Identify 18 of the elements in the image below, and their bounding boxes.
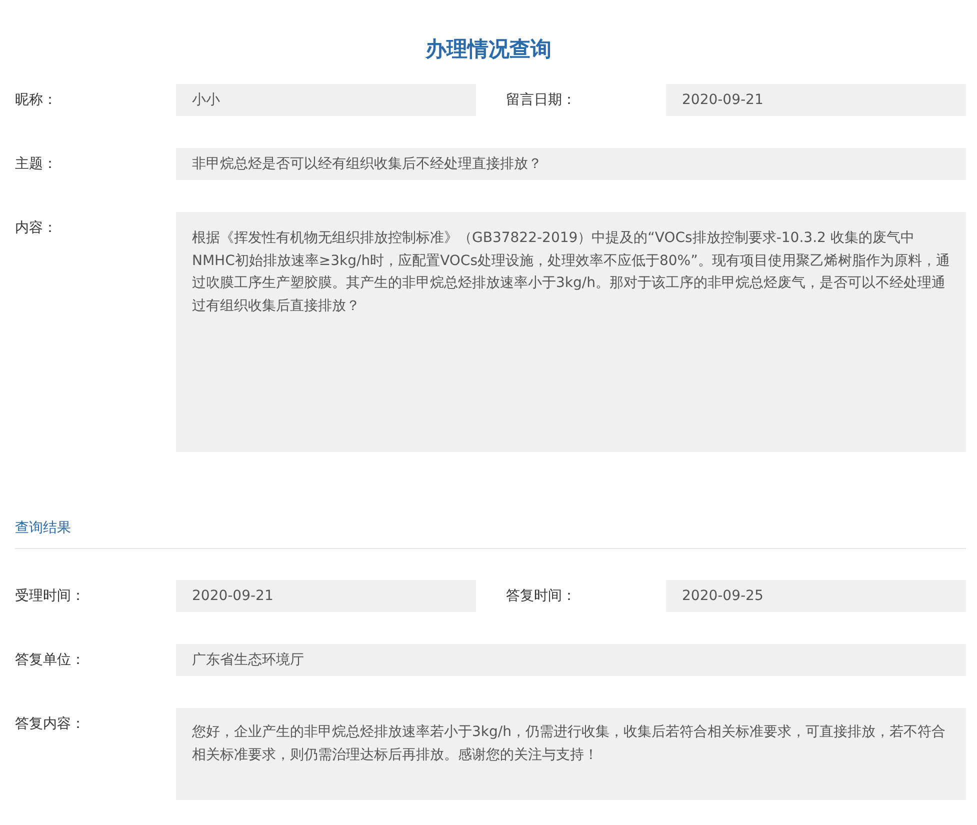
field-value: 广东省生态环境厅 xyxy=(176,644,966,676)
field-value: 2020-09-21 xyxy=(176,580,476,612)
field-label: 昵称： xyxy=(15,91,58,110)
section-heading: 查询结果 xyxy=(15,518,966,549)
field-label: 答复单位： xyxy=(15,651,86,670)
page-title: 办理情况查询 xyxy=(424,36,552,63)
field-label: 受理时间： xyxy=(15,587,86,606)
message-text: 根据《挥发性有机物无组织排放控制标准》（GB37822-2019）中提及的“VOCs排放控制要求-10.3.2 收集的废气中NMHC初始排放速率≥3kg/h时，应配置VOCs处理设施，处理效率不应低于80%”。现有项目使用聚乙烯树脂作为原料，通过吹膜工序生产塑胶膜。其产生的非甲烷总烃排放速率小于3kg/h。那对于该工序的非甲烷总烃废气，是否可以不经处理通过有组织收集后直接排放？ xyxy=(176,212,966,452)
field-value: 2020-09-21 xyxy=(666,84,966,116)
field-value: 2020-09-25 xyxy=(666,580,966,612)
field-label: 留言日期： xyxy=(506,91,577,110)
field-value: 非甲烷总烃是否可以经有组织收集后不经处理直接排放？ xyxy=(176,148,966,180)
field-value: 小小 xyxy=(176,84,476,116)
field-label: 内容： xyxy=(15,219,58,238)
reply-text: 您好，企业产生的非甲烷总烃排放速率若小于3kg/h，仍需进行收集，收集后若符合相关标准要求，可直接排放，若不符合相关标准要求，则仍需治理达标后再排放。感谢您的关注与支持！ xyxy=(176,708,966,800)
field-label: 答复内容： xyxy=(15,715,86,734)
field-label: 答复时间： xyxy=(506,587,577,606)
field-label: 主题： xyxy=(15,155,58,174)
